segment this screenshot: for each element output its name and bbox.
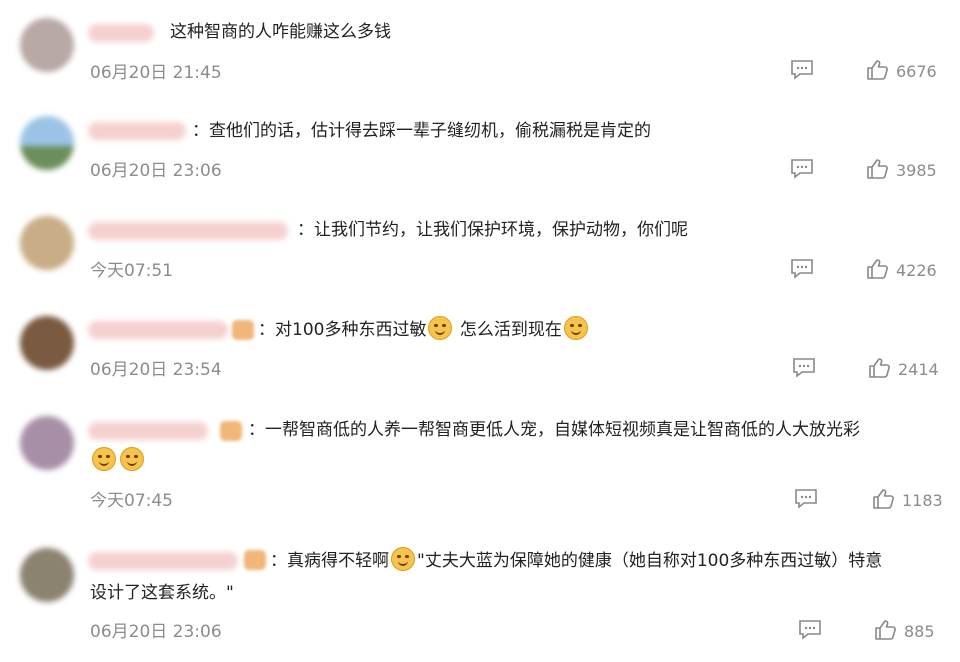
thumbs-up-icon[interactable] (874, 619, 896, 641)
comment-time: 06月20日 23:54 (90, 360, 222, 380)
comment-bubble-icon[interactable] (794, 488, 818, 510)
username[interactable] (88, 552, 238, 570)
avatar[interactable] (20, 216, 74, 270)
unamused-emoji-icon (391, 547, 415, 571)
like-count: 1183 (902, 491, 943, 510)
comment-bubble-icon[interactable] (790, 258, 814, 280)
username[interactable] (88, 122, 186, 140)
comment-time: 06月20日 23:06 (90, 622, 222, 642)
comment-text: ：一帮智商低的人养一帮智商更低人宠，自媒体短视频真是让智商低的人大放光彩 (248, 420, 860, 440)
comment-bubble-icon[interactable] (790, 59, 814, 81)
sleepy-emoji-icon (428, 316, 453, 340)
username[interactable] (88, 422, 208, 440)
like-count: 885 (904, 622, 935, 641)
avatar[interactable] (20, 18, 74, 72)
comment-emoji-line (90, 446, 146, 476)
thumbs-up-icon[interactable] (868, 357, 890, 379)
avatar[interactable] (20, 116, 74, 170)
smile-emoji-icon (120, 447, 144, 471)
vip-badge-icon (232, 320, 254, 340)
comment-time: 06月20日 23:06 (90, 161, 222, 181)
comment-time: 今天07:51 (90, 261, 173, 281)
comment-time: 06月20日 21:45 (90, 63, 222, 83)
thumbs-up-icon[interactable] (866, 59, 888, 81)
username[interactable] (88, 24, 154, 42)
laughing-crying-emoji-icon (563, 316, 588, 340)
like-count: 4226 (896, 261, 937, 280)
comment-text-part: ：对100多种东西过敏 (258, 320, 427, 340)
comment-text: ：真病得不轻啊 "丈夫大蓝为保障她的健康（她自称对100多种东西过敏）特意 (270, 546, 882, 576)
smile-emoji-icon (92, 447, 116, 471)
comment-text-part: ：真病得不轻啊 (270, 551, 389, 571)
comment-text: ：对100多种东西过敏 怎么活到现在 (258, 315, 590, 345)
comment-bubble-icon[interactable] (798, 619, 822, 641)
comment-text: ：查他们的话，估计得去踩一辈子缝纫机，偷税漏税是肯定的 (192, 121, 651, 141)
comment-text-part: 怎么活到现在 (459, 320, 562, 340)
like-count: 3985 (896, 161, 937, 180)
thumbs-up-icon[interactable] (866, 258, 888, 280)
username[interactable] (88, 222, 288, 240)
vip-badge-icon (220, 421, 242, 441)
comment-bubble-icon[interactable] (792, 357, 816, 379)
avatar[interactable] (20, 416, 74, 470)
comment-bubble-icon[interactable] (790, 158, 814, 180)
avatar[interactable] (20, 548, 74, 602)
avatar[interactable] (20, 316, 74, 370)
like-count: 6676 (896, 62, 937, 81)
vip-badge-icon (244, 550, 266, 570)
thumbs-up-icon[interactable] (872, 488, 894, 510)
like-count: 2414 (898, 360, 939, 379)
comment-time: 今天07:45 (90, 491, 173, 511)
comment-text: ：让我们节约，让我们保护环境，保护动物，你们呢 (297, 220, 688, 240)
comment-text-part: "丈夫大蓝为保障她的健康（她自称对100多种东西过敏）特意 (417, 551, 883, 571)
comment-text-line2: 设计了这套系统。" (90, 583, 234, 603)
thumbs-up-icon[interactable] (866, 158, 888, 180)
username[interactable] (88, 321, 228, 339)
comment-text: 这种智商的人咋能赚这么多钱 (170, 22, 391, 42)
